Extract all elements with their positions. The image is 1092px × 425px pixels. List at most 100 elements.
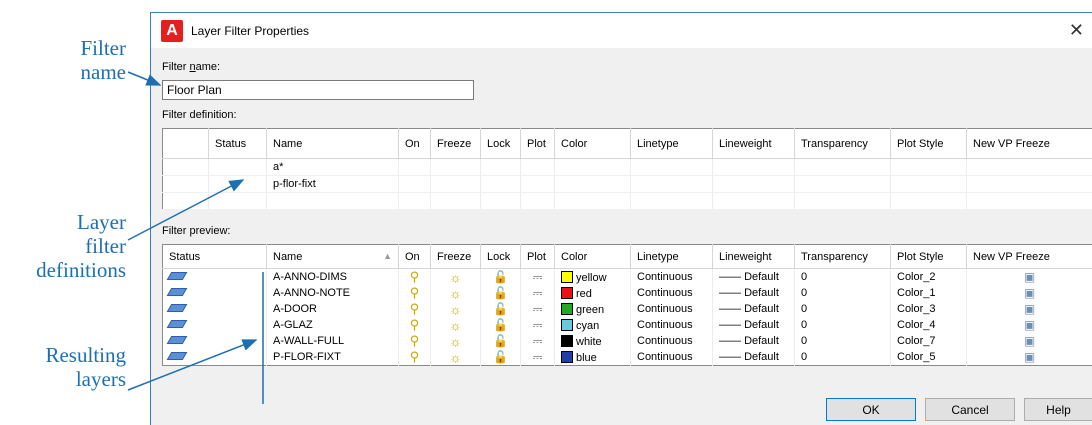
lock-toggle[interactable]: 🔓	[480, 333, 521, 349]
column-header-color[interactable]: Color	[554, 244, 631, 269]
cell[interactable]	[398, 192, 431, 210]
color-cell[interactable]: white	[554, 333, 631, 349]
transparency-cell[interactable]: 0	[794, 285, 891, 301]
lineweight-cell[interactable]: —— Default	[712, 333, 795, 349]
column-header-lock[interactable]: Lock	[480, 244, 521, 269]
column-header-lineweight[interactable]: Lineweight	[712, 244, 795, 269]
freeze-toggle[interactable]: ☼	[430, 317, 481, 333]
transparency-cell[interactable]: 0	[794, 349, 891, 366]
definition-name[interactable]: p-flor-fixt	[266, 175, 399, 193]
cell[interactable]	[630, 158, 713, 176]
on-toggle[interactable]: ⚲	[398, 301, 431, 317]
transparency-cell[interactable]: 0	[794, 333, 891, 349]
lock-toggle[interactable]: 🔓	[480, 317, 521, 333]
cell[interactable]	[890, 175, 967, 193]
column-header-status[interactable]: Status	[162, 244, 267, 269]
table-row[interactable]: A-WALL-FULL ⚲ ☼ 🔓 ⎓ white Continuous —— Default…	[162, 333, 1092, 349]
column-header-plot[interactable]: Plot	[520, 244, 555, 269]
color-cell[interactable]: red	[554, 285, 631, 301]
linetype-cell[interactable]: Continuous	[630, 317, 713, 333]
lock-toggle[interactable]: 🔓	[480, 349, 521, 366]
new-vp-freeze-toggle[interactable]: ▣	[966, 349, 1092, 366]
filter-name-input[interactable]	[162, 80, 474, 100]
on-toggle[interactable]: ⚲	[398, 268, 431, 285]
cell[interactable]	[794, 175, 891, 193]
cell[interactable]	[430, 175, 481, 193]
cell[interactable]	[630, 175, 713, 193]
new-vp-freeze-toggle[interactable]: ▣	[966, 301, 1092, 317]
column-header-plot-style[interactable]: Plot Style	[890, 128, 967, 159]
row-selector[interactable]	[162, 192, 209, 210]
cell[interactable]	[430, 158, 481, 176]
status-cell[interactable]	[162, 317, 267, 333]
column-header-freeze[interactable]: Freeze	[430, 128, 481, 159]
status-cell[interactable]	[162, 285, 267, 301]
lineweight-cell[interactable]: —— Default	[712, 301, 795, 317]
cell[interactable]	[712, 175, 795, 193]
plot-toggle[interactable]: ⎓	[520, 268, 555, 285]
cell[interactable]	[520, 192, 555, 210]
help-button[interactable]: Help	[1024, 398, 1092, 421]
definition-row[interactable]: p-flor-fixt	[162, 175, 1092, 193]
freeze-toggle[interactable]: ☼	[430, 301, 481, 317]
cell[interactable]	[794, 192, 891, 210]
freeze-toggle[interactable]: ☼	[430, 333, 481, 349]
cell[interactable]	[966, 158, 1092, 176]
color-cell[interactable]: green	[554, 301, 631, 317]
plot-style-cell[interactable]: Color_2	[890, 268, 967, 285]
transparency-cell[interactable]: 0	[794, 317, 891, 333]
cell[interactable]	[712, 192, 795, 210]
plot-toggle[interactable]: ⎓	[520, 333, 555, 349]
linetype-cell[interactable]: Continuous	[630, 333, 713, 349]
on-toggle[interactable]: ⚲	[398, 317, 431, 333]
definition-row[interactable]: a*	[162, 158, 1092, 176]
plot-toggle[interactable]: ⎓	[520, 285, 555, 301]
new-vp-freeze-toggle[interactable]: ▣	[966, 268, 1092, 285]
on-toggle[interactable]: ⚲	[398, 333, 431, 349]
status-cell[interactable]	[162, 349, 267, 366]
transparency-cell[interactable]: 0	[794, 301, 891, 317]
linetype-cell[interactable]: Continuous	[630, 268, 713, 285]
lineweight-cell[interactable]: —— Default	[712, 349, 795, 366]
column-header-new-vp-freeze[interactable]: New VP Freeze	[966, 128, 1092, 159]
column-header-freeze[interactable]: Freeze	[430, 244, 481, 269]
cell[interactable]	[966, 175, 1092, 193]
plot-toggle[interactable]: ⎓	[520, 349, 555, 366]
cell[interactable]	[480, 192, 521, 210]
new-vp-freeze-toggle[interactable]: ▣	[966, 317, 1092, 333]
column-header-plot[interactable]: Plot	[520, 128, 555, 159]
plot-toggle[interactable]: ⎓	[520, 317, 555, 333]
definition-name[interactable]	[266, 192, 399, 210]
table-row[interactable]: A-DOOR ⚲ ☼ 🔓 ⎓ green Continuous —— Default 0 Colo…	[162, 301, 1092, 317]
column-header-lock[interactable]: Lock	[480, 128, 521, 159]
plot-style-cell[interactable]: Color_7	[890, 333, 967, 349]
color-cell[interactable]: blue	[554, 349, 631, 366]
plot-style-cell[interactable]: Color_4	[890, 317, 967, 333]
row-selector[interactable]	[162, 175, 209, 193]
cell[interactable]	[520, 158, 555, 176]
cell[interactable]	[966, 192, 1092, 210]
column-header-name[interactable]: Name	[266, 128, 399, 159]
cell[interactable]	[554, 192, 631, 210]
title-bar[interactable]: A Layer Filter Properties ✕	[151, 13, 1092, 48]
layer-name[interactable]: A-ANNO-NOTE	[266, 285, 399, 301]
ok-button[interactable]: OK	[826, 398, 916, 421]
lineweight-cell[interactable]: —— Default	[712, 268, 795, 285]
table-row[interactable]: P-FLOR-FIXT ⚲ ☼ 🔓 ⎓ blue Continuous —— Default 0…	[162, 349, 1092, 366]
cell[interactable]	[520, 175, 555, 193]
freeze-toggle[interactable]: ☼	[430, 285, 481, 301]
plot-toggle[interactable]: ⎓	[520, 301, 555, 317]
layer-name[interactable]: A-ANNO-DIMS	[266, 268, 399, 285]
lineweight-cell[interactable]: —— Default	[712, 285, 795, 301]
plot-style-cell[interactable]: Color_3	[890, 301, 967, 317]
color-cell[interactable]: cyan	[554, 317, 631, 333]
column-header-linetype[interactable]: Linetype	[630, 128, 713, 159]
linetype-cell[interactable]: Continuous	[630, 285, 713, 301]
definition-row[interactable]	[162, 192, 1092, 210]
close-icon[interactable]: ✕	[1069, 20, 1084, 41]
cell[interactable]	[398, 175, 431, 193]
on-toggle[interactable]: ⚲	[398, 349, 431, 366]
plot-style-cell[interactable]: Color_1	[890, 285, 967, 301]
new-vp-freeze-toggle[interactable]: ▣	[966, 333, 1092, 349]
status-cell[interactable]	[162, 268, 267, 285]
